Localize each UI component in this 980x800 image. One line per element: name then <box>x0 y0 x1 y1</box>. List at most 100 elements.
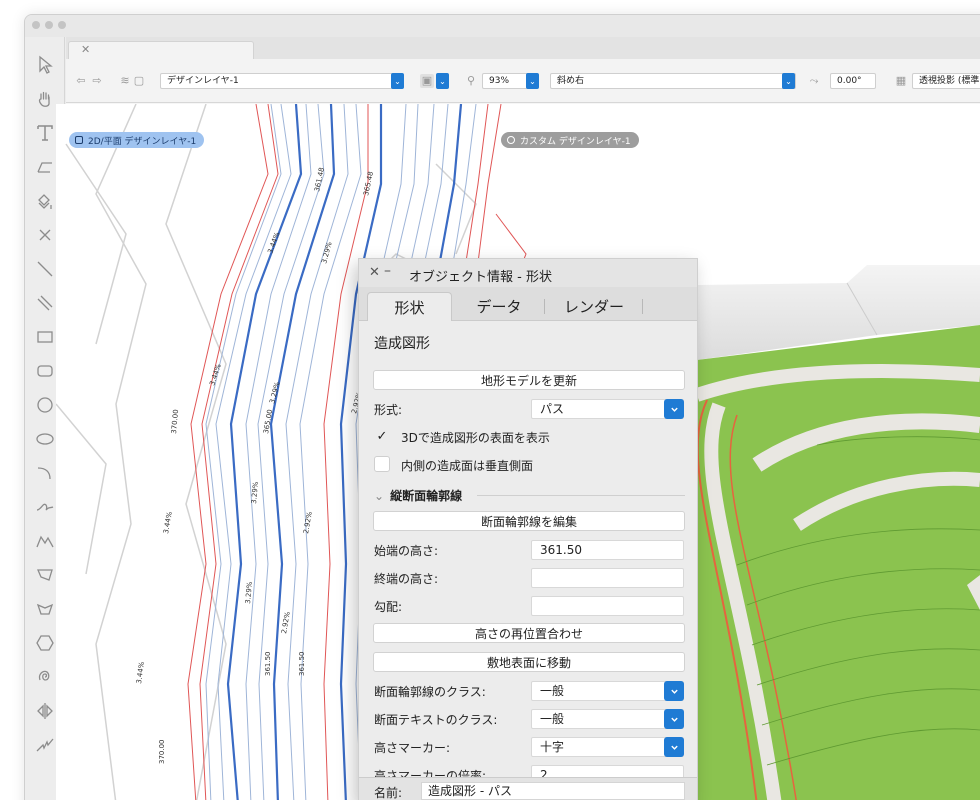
tab-separator <box>642 299 643 314</box>
profile-class-select[interactable]: 一般 <box>531 681 684 701</box>
form-select[interactable]: パス <box>531 399 684 419</box>
forward-arrow-icon[interactable]: ⇨ <box>90 74 104 88</box>
zoom-icon[interactable]: ⚲ <box>464 74 478 88</box>
group-divider <box>477 495 685 496</box>
polygon-tool-icon[interactable] <box>33 563 57 587</box>
name-field[interactable]: 造成図形 - パス <box>421 782 685 800</box>
circle-tool-icon[interactable] <box>33 393 57 417</box>
name-bar: 名前: 造成図形 - パス <box>359 777 697 800</box>
slope-label: 勾配: <box>374 600 403 614</box>
polyline-tool-icon[interactable] <box>33 529 57 553</box>
close-icon[interactable]: ✕ <box>369 265 380 280</box>
3d-terrain-view[interactable] <box>697 265 980 800</box>
plan-view-layer-label[interactable]: 2D/平面 デザインレイヤ-1 <box>69 132 205 148</box>
show-surface-label: 3Dで造成図形の表面を表示 <box>401 431 550 445</box>
object-info-palette: ✕ – オブジェクト情報 - 形状 形状 データ レンダー 造成図形 地形モデル… <box>358 258 698 800</box>
angle-field[interactable]: 0.00° <box>830 73 876 89</box>
title-bar <box>25 15 980 37</box>
edit-profile-button[interactable]: 断面輪郭線を編集 <box>373 511 685 531</box>
collapse-icon[interactable]: – <box>384 263 391 279</box>
zoom-window-button[interactable] <box>58 21 66 29</box>
dimension-label: 370.00 <box>170 409 180 434</box>
start-height-label: 始端の高さ: <box>374 544 439 558</box>
profile-class-label: 断面輪郭線のクラス: <box>374 685 486 699</box>
back-arrow-icon[interactable]: ⇦ <box>74 74 88 88</box>
end-height-field[interactable] <box>531 568 684 588</box>
chevron-down-icon <box>670 689 678 694</box>
layer-select[interactable]: デザインレイヤ-1 <box>160 73 396 89</box>
cross-tool-icon[interactable] <box>33 223 57 247</box>
chevron-down-icon <box>670 717 678 722</box>
dimension-label: 3.29% <box>320 241 334 265</box>
chevron-down-icon <box>670 407 678 412</box>
dimension-label: 361.50 <box>264 652 272 677</box>
projection-icon[interactable]: ▦ <box>894 74 908 88</box>
freehand-tool-icon[interactable] <box>33 495 57 519</box>
dimension-label: 2.92% <box>302 511 314 535</box>
selection-tool-icon[interactable] <box>33 53 57 77</box>
close-window-button[interactable] <box>32 21 40 29</box>
break-line-tool-icon[interactable] <box>33 733 57 757</box>
text-tool-icon[interactable] <box>33 121 57 145</box>
tab-render[interactable]: レンダー <box>549 292 639 321</box>
double-line-tool-icon[interactable] <box>33 291 57 315</box>
height-marker-label: 高さマーカー: <box>374 741 451 755</box>
update-terrain-button[interactable]: 地形モデルを更新 <box>373 370 685 390</box>
zoom-dropdown-button[interactable]: ⌄ <box>526 73 539 89</box>
vertical-sides-checkbox[interactable] <box>374 456 390 472</box>
rotate-plane-icon[interactable]: ⤳ <box>807 74 821 88</box>
oval-tool-icon[interactable] <box>33 427 57 451</box>
form-dropdown-button[interactable] <box>664 399 684 419</box>
start-height-field[interactable]: 361.50 <box>531 540 684 560</box>
snap-dropdown-button[interactable]: ⌄ <box>436 73 449 89</box>
layers-icon[interactable]: ≋ <box>118 74 132 88</box>
dimension-label: 2.92% <box>280 611 292 635</box>
document-tab-bar: ✕ <box>66 37 980 59</box>
dimension-label: 370.00 <box>158 740 166 765</box>
line-tool-icon[interactable] <box>33 257 57 281</box>
view-dropdown-button[interactable]: ⌄ <box>782 73 795 89</box>
document-tab[interactable]: ✕ <box>68 41 254 59</box>
palette-header: ✕ – オブジェクト情報 - 形状 <box>359 259 697 287</box>
palette-title: オブジェクト情報 - 形状 <box>409 270 552 285</box>
profile-group-header[interactable]: ⌄ 縦断面輪郭線 <box>374 487 462 504</box>
hexagon-tool-icon[interactable] <box>33 631 57 655</box>
minimize-window-button[interactable] <box>45 21 53 29</box>
slope-field[interactable] <box>531 596 684 616</box>
text-class-dropdown-button[interactable] <box>664 709 684 729</box>
rectangle-tool-icon[interactable] <box>33 325 57 349</box>
move-to-site-surface-button[interactable]: 敷地表面に移動 <box>373 652 685 672</box>
text-class-select[interactable]: 一般 <box>531 709 684 729</box>
profile-class-dropdown-button[interactable] <box>664 681 684 701</box>
chevron-down-icon: ⌄ <box>374 489 385 503</box>
snap-icon[interactable]: ▣ <box>420 74 434 88</box>
dimension-label: 3.29% <box>250 481 260 504</box>
custom-view-layer-label[interactable]: カスタム デザインレイヤ-1 <box>501 132 639 148</box>
mirror-tool-icon[interactable] <box>33 699 57 723</box>
spiral-tool-icon[interactable] <box>33 665 57 689</box>
pan-tool-icon[interactable] <box>33 87 57 111</box>
end-height-label: 終端の高さ: <box>374 572 439 586</box>
height-marker-select[interactable]: 十字 <box>531 737 684 757</box>
name-label: 名前: <box>374 786 403 800</box>
rounded-rectangle-tool-icon[interactable] <box>33 359 57 383</box>
view-select[interactable]: 斜め右 <box>550 73 796 89</box>
regular-polygon-tool-icon[interactable] <box>33 597 57 621</box>
show-surface-checkbox[interactable]: ✓ <box>374 428 390 444</box>
cube-icon <box>507 136 515 144</box>
vertical-sides-label: 内側の造成面は垂直側面 <box>401 459 534 473</box>
tab-shape[interactable]: 形状 <box>367 292 452 321</box>
page-icon[interactable]: ▢ <box>132 74 146 88</box>
layer-dropdown-button[interactable]: ⌄ <box>391 73 404 89</box>
projection-select[interactable]: 透視投影 (標準) <box>912 73 980 89</box>
close-tab-icon[interactable]: ✕ <box>81 43 90 56</box>
object-type-title: 造成図形 <box>374 336 430 352</box>
callout-tool-icon[interactable] <box>33 155 57 179</box>
reposition-height-button[interactable]: 高さの再位置合わせ <box>373 623 685 643</box>
tab-data[interactable]: データ <box>459 292 539 321</box>
palette-tab-bar: 形状 データ レンダー <box>359 287 697 321</box>
terrain-render <box>697 265 980 800</box>
attribute-tool-icon[interactable] <box>33 189 57 213</box>
arc-tool-icon[interactable] <box>33 461 57 485</box>
height-marker-dropdown-button[interactable] <box>664 737 684 757</box>
